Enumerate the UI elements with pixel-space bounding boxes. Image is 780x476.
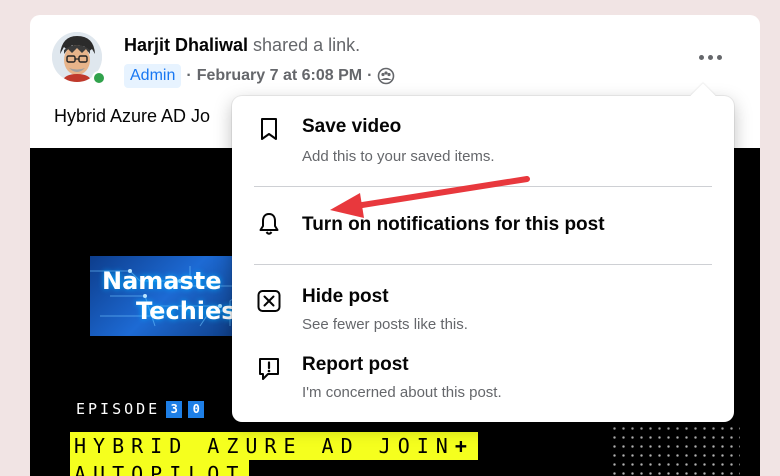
bell-icon [256,211,282,237]
meta-separator: · [186,67,192,84]
brand-line-1: Namaste [102,267,222,295]
author-name-link[interactable]: Harjit Dhaliwal [124,35,248,55]
menu-item-title: Hide post [302,286,389,307]
menu-item-hide-post[interactable]: Hide post See fewer posts like this. [232,280,734,338]
report-icon [256,356,282,382]
post-options-menu: Save video Add this to your saved items.… [232,83,734,422]
meta-separator: · [367,67,373,84]
post-header-line: Harjit Dhaliwal shared a link. [124,35,360,56]
menu-item-turn-on-notifications[interactable]: Turn on notifications for this post [232,202,734,246]
dot [698,54,704,60]
video-headline-line-1: HYBRID AZURE AD JOIN+ [70,432,478,460]
brand-line-2: Techies [136,297,236,325]
decorative-dot-grid [610,424,740,476]
menu-item-report-post[interactable]: Report post I'm concerned about this pos… [232,348,734,406]
episode-digit: 0 [188,400,205,418]
episode-label: EPISODE [76,400,161,418]
menu-item-subtitle: I'm concerned about this post. [302,384,502,401]
post-text: Hybrid Azure AD Jo [54,106,211,126]
menu-item-title: Save video [302,116,402,137]
post-timestamp-link[interactable]: February 7 at 6:08 PM [197,67,362,85]
brand-text: Namaste Techies [102,266,236,326]
admin-badge[interactable]: Admin [124,64,182,88]
menu-divider [254,186,712,187]
dot [716,54,722,60]
dot [707,54,713,60]
hide-x-icon [256,288,282,314]
menu-item-title: Turn on notifications for this post [302,214,605,235]
bookmark-icon [256,116,282,142]
menu-item-subtitle: See fewer posts like this. [302,316,468,333]
headline-text: HYBRID AZURE AD JOIN [74,434,455,458]
menu-item-subtitle: Add this to your saved items. [302,148,495,165]
episode-label-row: EPISODE 3 0 [76,400,205,418]
more-options-button[interactable] [692,43,728,71]
headline-plus: + [454,434,474,458]
menu-divider [254,264,712,265]
online-status-dot [92,71,106,85]
group-icon[interactable] [377,67,395,85]
episode-digit: 3 [166,400,183,418]
post-meta: Admin · February 7 at 6:08 PM · [124,63,395,89]
post-action-text: shared a link. [253,35,361,55]
video-headline-line-2: AUTOPILOT [70,460,250,476]
menu-item-title: Report post [302,354,409,375]
menu-item-save-video[interactable]: Save video Add this to your saved items. [232,110,734,172]
